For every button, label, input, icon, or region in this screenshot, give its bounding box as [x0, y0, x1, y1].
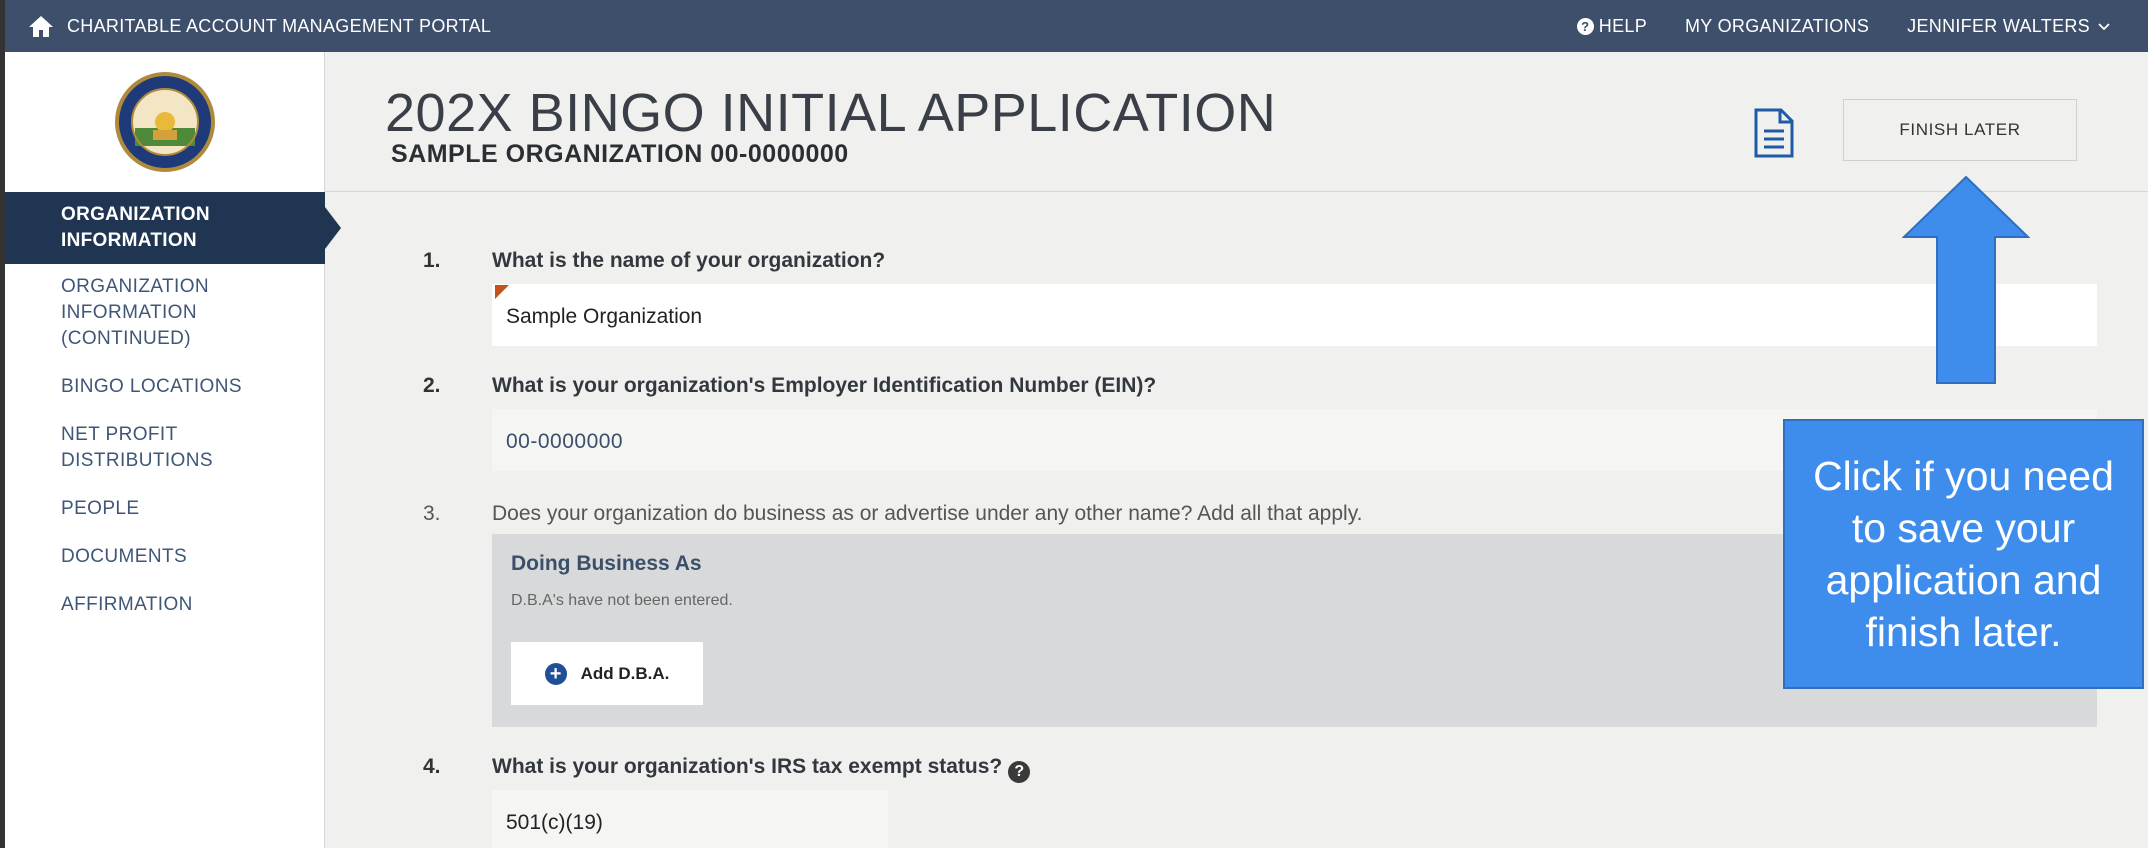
sidebar-item-net-profit-distributions[interactable]: NET PROFIT DISTRIBUTIONS	[5, 422, 265, 474]
page-title: 202X BINGO INITIAL APPLICATION	[385, 83, 1277, 143]
help-label: HELP	[1598, 15, 1648, 36]
sidebar-item-people[interactable]: PEOPLE	[5, 496, 265, 522]
top-nav-right: ? HELP MY ORGANIZATIONS JENNIFER WALTERS	[1539, 16, 2110, 37]
sidebar-item-bingo-locations[interactable]: BINGO LOCATIONS	[5, 374, 265, 400]
question-3-number: 3.	[423, 502, 441, 525]
seal-icon	[114, 72, 215, 172]
question-4-text: What is your organization's IRS tax exem…	[492, 755, 1003, 778]
organization-name-input[interactable]: Sample Organization	[492, 284, 2097, 346]
my-organizations-link[interactable]: MY ORGANIZATIONS	[1685, 16, 1869, 37]
dba-title: Doing Business As	[511, 552, 702, 575]
sidebar-nav-list: ORGANIZATION INFORMATION (CONTINUED) BIN…	[5, 264, 324, 618]
sidebar-item-documents[interactable]: DOCUMENTS	[5, 544, 265, 570]
sidebar-item-affirmation[interactable]: AFFIRMATION	[5, 592, 265, 618]
home-icon[interactable]	[27, 12, 55, 40]
document-icon[interactable]	[1753, 108, 1795, 158]
question-3-label: Does your organization do business as or…	[492, 502, 1363, 525]
question-1-label: What is the name of your organization?	[492, 249, 886, 272]
user-menu[interactable]: JENNIFER WALTERS	[1907, 16, 2110, 37]
add-dba-button[interactable]: + Add D.B.A.	[511, 642, 703, 705]
portal-title[interactable]: CHARITABLE ACCOUNT MANAGEMENT PORTAL	[67, 16, 491, 37]
callout-text: Click if you need to save your applicati…	[1813, 453, 2114, 655]
plus-circle-icon: +	[544, 662, 567, 685]
tax-exempt-status-field[interactable]: 501(c)(19)	[492, 790, 888, 848]
sidebar-item-organization-information-continued[interactable]: ORGANIZATION INFORMATION (CONTINUED)	[5, 274, 265, 352]
page-header: 202X BINGO INITIAL APPLICATION SAMPLE OR…	[325, 52, 2148, 192]
user-name: JENNIFER WALTERS	[1907, 15, 2090, 36]
question-4-number: 4.	[423, 755, 441, 778]
app-frame: CHARITABLE ACCOUNT MANAGEMENT PORTAL ? H…	[5, 0, 2148, 848]
sidebar: ORGANIZATION INFORMATION ORGANIZATION IN…	[5, 52, 341, 848]
question-2-label: What is your organization's Employer Ide…	[492, 374, 1157, 397]
callout-box: Click if you need to save your applicati…	[1783, 419, 2144, 689]
question-2-number: 2.	[423, 374, 441, 397]
arrow-up-icon	[1902, 175, 2030, 384]
question-1-number: 1.	[423, 249, 441, 272]
help-link[interactable]: ? HELP	[1576, 15, 1648, 37]
help-icon: ?	[1576, 17, 1594, 35]
help-icon[interactable]: ?	[1008, 761, 1031, 783]
attorney-general-seal	[5, 52, 324, 192]
organization-subtitle: SAMPLE ORGANIZATION 00-0000000	[391, 140, 849, 168]
add-dba-label: Add D.B.A.	[580, 663, 670, 683]
required-marker	[495, 285, 509, 299]
dba-empty-message: D.B.A's have not been entered.	[511, 592, 733, 609]
top-nav: CHARITABLE ACCOUNT MANAGEMENT PORTAL ? H…	[5, 0, 2148, 52]
question-4-label: What is your organization's IRS tax exem…	[492, 755, 1031, 783]
chevron-down-icon	[2098, 18, 2110, 34]
sidebar-item-organization-information[interactable]: ORGANIZATION INFORMATION	[5, 192, 341, 264]
finish-later-button[interactable]: FINISH LATER	[1843, 99, 2077, 161]
